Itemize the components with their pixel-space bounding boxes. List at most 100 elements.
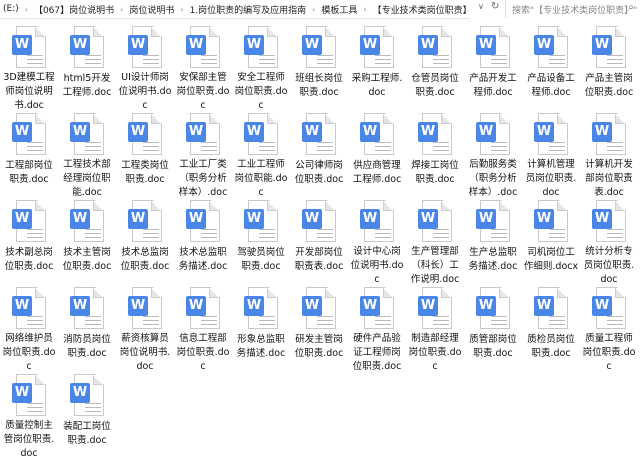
word-document-icon: W bbox=[360, 26, 394, 68]
file-item[interactable]: W 焊接工岗位职责.doc bbox=[406, 113, 464, 200]
file-item[interactable]: W 生产管理部（科长）工作说明.doc bbox=[406, 200, 464, 287]
file-item[interactable]: W 后勤服务类（职务分析样本）.doc bbox=[464, 113, 522, 200]
word-logo-icon: W bbox=[186, 122, 206, 142]
file-item[interactable]: W 硬件产品验证工程师岗位职责.doc bbox=[348, 287, 406, 374]
file-item[interactable]: W 形象总监职务描述.doc bbox=[232, 287, 290, 374]
file-item[interactable]: W 统计分析专员岗位职责.doc bbox=[580, 200, 638, 287]
search-icon[interactable]: ⌕ bbox=[628, 2, 634, 13]
file-item[interactable]: W 开发部岗位职责表.doc bbox=[290, 200, 348, 287]
file-item[interactable]: W 3D建模工程师岗位说明书.doc bbox=[0, 26, 58, 113]
file-item[interactable]: W 信息工程部岗位职责.doc bbox=[174, 287, 232, 374]
file-name: 质量控制主管岗位职责.doc bbox=[3, 420, 55, 459]
word-logo-icon: W bbox=[592, 209, 612, 229]
file-item[interactable]: W 工程类岗位职责.doc bbox=[116, 113, 174, 200]
file-item[interactable]: W 技术主管岗位职责.doc bbox=[58, 200, 116, 287]
address-history-dropdown-icon[interactable]: ∨ bbox=[478, 2, 484, 11]
word-document-icon: W bbox=[128, 26, 162, 68]
file-item[interactable]: W 质量工程师岗位职责.doc bbox=[580, 287, 638, 374]
breadcrumb-separator-icon[interactable]: › bbox=[117, 5, 126, 14]
file-item[interactable]: W 工程部岗位职责.doc bbox=[0, 113, 58, 200]
file-item[interactable]: W 网络维护员岗位职责.doc bbox=[0, 287, 58, 374]
word-logo-icon: W bbox=[360, 122, 380, 142]
breadcrumb-item[interactable]: 模板工具 bbox=[318, 3, 360, 16]
file-grid: W 3D建模工程师岗位说明书.doc Whtml5开发工程师.doc W UI设计师岗位… bbox=[0, 26, 640, 461]
breadcrumb-item[interactable]: 岗位说明书 bbox=[126, 3, 177, 16]
file-name: 工程类岗位职责.doc bbox=[121, 160, 169, 185]
file-item[interactable]: W 产品设备工程师.doc bbox=[522, 26, 580, 113]
file-item[interactable]: W 计算机开发部岗位职责表.doc bbox=[580, 113, 638, 200]
word-document-icon: W bbox=[12, 113, 46, 155]
breadcrumb-item[interactable]: 【专业技术类岗位职责】 bbox=[370, 3, 470, 16]
word-logo-icon: W bbox=[302, 122, 322, 142]
file-item[interactable]: W 制造部经理岗位职责.doc bbox=[406, 287, 464, 374]
file-item[interactable]: W 安保部主管岗位职责.doc bbox=[174, 26, 232, 113]
word-document-icon: W bbox=[12, 374, 46, 416]
breadcrumb-item[interactable]: 【067】岗位说明书 bbox=[31, 3, 117, 16]
file-item[interactable]: W 工程技术部经理岗位职能.doc bbox=[58, 113, 116, 200]
file-item[interactable]: W 产品主管岗位职责.doc bbox=[580, 26, 638, 113]
file-item[interactable]: W 供应商管理工程师.doc bbox=[348, 113, 406, 200]
word-document-icon: W bbox=[12, 200, 46, 242]
word-document-icon: W bbox=[476, 26, 510, 68]
file-name: 公司律师岗位职责.doc bbox=[294, 160, 344, 185]
word-logo-icon: W bbox=[476, 209, 496, 229]
file-item[interactable]: W 仓管员岗位职责.doc bbox=[406, 26, 464, 113]
word-logo-icon: W bbox=[12, 35, 32, 55]
word-document-icon: W bbox=[418, 113, 452, 155]
breadcrumb-separator-icon[interactable]: › bbox=[360, 5, 369, 14]
file-item[interactable]: W 技术总监岗位职责.doc bbox=[116, 200, 174, 287]
file-item[interactable]: W 质量控制主管岗位职责.doc bbox=[0, 374, 58, 461]
file-item[interactable]: W 班组长岗位职责.doc bbox=[290, 26, 348, 113]
word-logo-icon: W bbox=[592, 122, 612, 142]
word-logo-icon: W bbox=[70, 209, 90, 229]
file-item[interactable]: W 驾驶员岗位职责.doc bbox=[232, 200, 290, 287]
file-item[interactable]: W 计算机管理员岗位职责.doc bbox=[522, 113, 580, 200]
file-item[interactable]: W 产品开发工程师.doc bbox=[464, 26, 522, 113]
word-document-icon: W bbox=[244, 287, 278, 329]
file-item[interactable]: W 设计中心岗位说明书.doc bbox=[348, 200, 406, 287]
word-logo-icon: W bbox=[418, 296, 438, 316]
breadcrumb-item[interactable]: (E:) bbox=[0, 4, 22, 14]
file-item[interactable]: W 薪资核算员岗位说明书.doc bbox=[116, 287, 174, 374]
file-item[interactable]: W 质检员岗位职责.doc bbox=[522, 287, 580, 374]
address-bar[interactable]: (E:) › 【067】岗位说明书 › 岗位说明书 › 1.岗位职责的编写及应用指南 › 模板工… bbox=[0, 0, 470, 19]
file-name: 工程技术部经理岗位职能.doc bbox=[63, 159, 111, 198]
file-item[interactable]: W 消防员岗位职责.doc bbox=[58, 287, 116, 374]
file-name: 3D建模工程师岗位说明书.doc bbox=[3, 72, 55, 111]
file-item[interactable]: W 公司律师岗位职责.doc bbox=[290, 113, 348, 200]
file-item[interactable]: Whtml5开发工程师.doc bbox=[58, 26, 116, 113]
file-item[interactable]: W 质管部岗位职责.doc bbox=[464, 287, 522, 374]
file-item[interactable]: W 工业工程师岗位职能.doc bbox=[232, 113, 290, 200]
file-item[interactable]: W 安全工程师岗位职责.doc bbox=[232, 26, 290, 113]
word-logo-icon: W bbox=[302, 296, 322, 316]
file-item[interactable]: W 技术总监职务描述.doc bbox=[174, 200, 232, 287]
word-document-icon: W bbox=[592, 113, 626, 155]
file-name: 仓管员岗位职责.doc bbox=[411, 73, 459, 98]
breadcrumb-separator-icon[interactable]: › bbox=[22, 5, 31, 14]
word-logo-icon: W bbox=[70, 35, 90, 55]
word-logo-icon: W bbox=[418, 209, 438, 229]
file-item[interactable]: W 采购工程师.doc bbox=[348, 26, 406, 113]
breadcrumb-item[interactable]: 1.岗位职责的编写及应用指南 bbox=[187, 3, 310, 16]
file-name: 安保部主管岗位职责.doc bbox=[176, 72, 230, 111]
file-name: 设计中心岗位说明书.doc bbox=[350, 246, 404, 285]
file-item[interactable]: W 工业工厂类（职务分析样本）.doc bbox=[174, 113, 232, 200]
file-item[interactable]: W 生产总监职务描述.doc bbox=[464, 200, 522, 287]
refresh-icon[interactable]: ↻ bbox=[491, 1, 499, 12]
breadcrumb-separator-icon[interactable]: › bbox=[309, 5, 318, 14]
file-item[interactable]: W 司机岗位工作细则.docx bbox=[522, 200, 580, 287]
word-logo-icon: W bbox=[418, 122, 438, 142]
word-logo-icon: W bbox=[128, 122, 148, 142]
breadcrumb-separator-icon[interactable]: › bbox=[177, 5, 186, 14]
word-logo-icon: W bbox=[476, 296, 496, 316]
file-item[interactable]: W UI设计师岗位说明书.doc bbox=[116, 26, 174, 113]
search-input[interactable]: 搜索"【专业技术类岗位职责】" ⌕ bbox=[505, 0, 640, 18]
word-document-icon: W bbox=[302, 287, 336, 329]
file-name: html5开发工程师.doc bbox=[62, 73, 112, 98]
file-item[interactable]: W 研发主管岗位职责.doc bbox=[290, 287, 348, 374]
file-item[interactable]: W 技术副总岗位职责.doc bbox=[0, 200, 58, 287]
word-logo-icon: W bbox=[534, 296, 554, 316]
word-logo-icon: W bbox=[418, 35, 438, 55]
file-item[interactable]: W 装配工岗位职责.doc bbox=[58, 374, 116, 461]
word-document-icon: W bbox=[12, 287, 46, 329]
